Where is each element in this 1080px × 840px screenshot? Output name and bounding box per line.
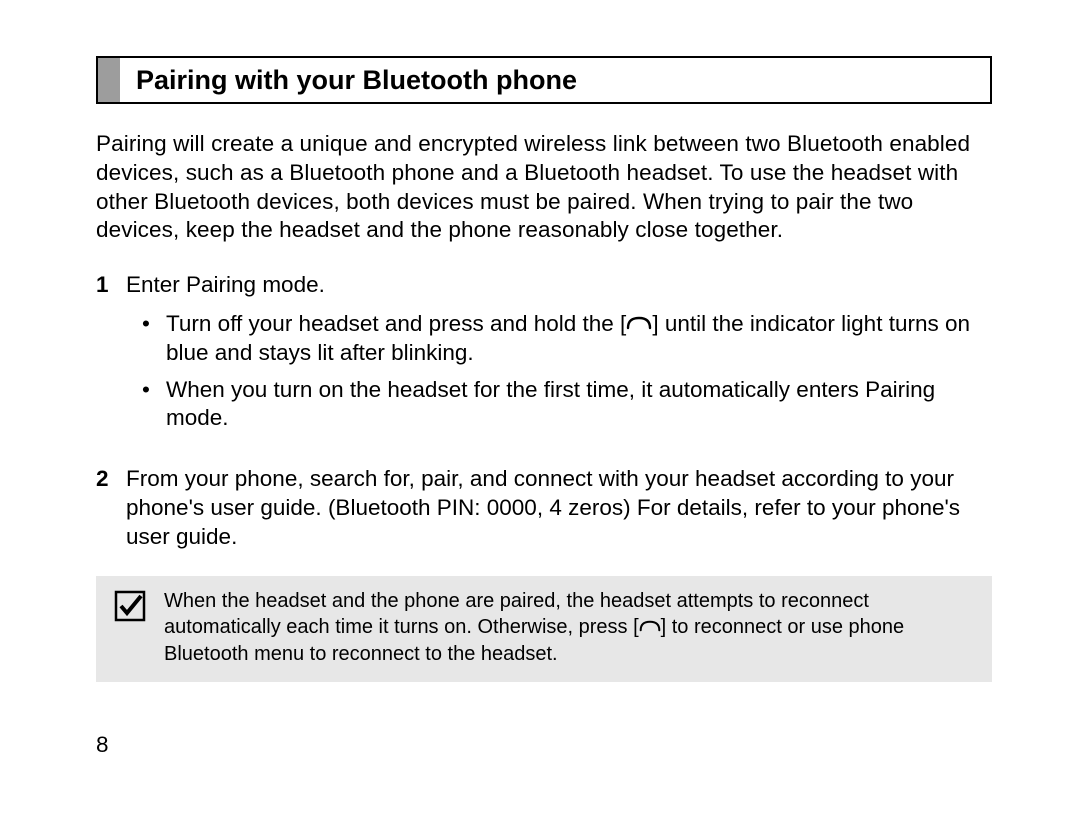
note-box: When the headset and the phone are paire… (96, 576, 992, 682)
step-body: Enter Pairing mode. Turn off your headse… (126, 271, 992, 441)
note-text: When the headset and the phone are paire… (164, 588, 976, 668)
step-body: From your phone, search for, pair, and c… (126, 465, 992, 551)
step-item: 2 From your phone, search for, pair, and… (96, 465, 992, 551)
check-icon (114, 590, 146, 668)
step-number: 1 (96, 271, 110, 441)
sub-text: When you turn on the headset for the fir… (166, 377, 935, 431)
step-text: Enter Pairing mode. (126, 272, 325, 297)
sub-item: Turn off your headset and press and hold… (126, 310, 992, 368)
step-item: 1 Enter Pairing mode. Turn off your head… (96, 271, 992, 441)
manual-page: Pairing with your Bluetooth phone Pairin… (0, 0, 1080, 758)
sub-item: When you turn on the headset for the fir… (126, 376, 992, 434)
turnkey-icon (626, 309, 652, 338)
heading-tab (98, 58, 120, 102)
page-number: 8 (96, 732, 992, 758)
intro-paragraph: Pairing will create a unique and encrypt… (96, 130, 992, 245)
turnkey-icon (639, 613, 661, 640)
step-number: 2 (96, 465, 110, 551)
section-heading-bar: Pairing with your Bluetooth phone (96, 56, 992, 104)
step-text: From your phone, search for, pair, and c… (126, 466, 960, 549)
steps-list: 1 Enter Pairing mode. Turn off your head… (96, 271, 992, 551)
sub-list: Turn off your headset and press and hold… (126, 310, 992, 433)
sub-text-pre: Turn off your headset and press and hold… (166, 311, 626, 336)
section-heading: Pairing with your Bluetooth phone (120, 58, 577, 102)
